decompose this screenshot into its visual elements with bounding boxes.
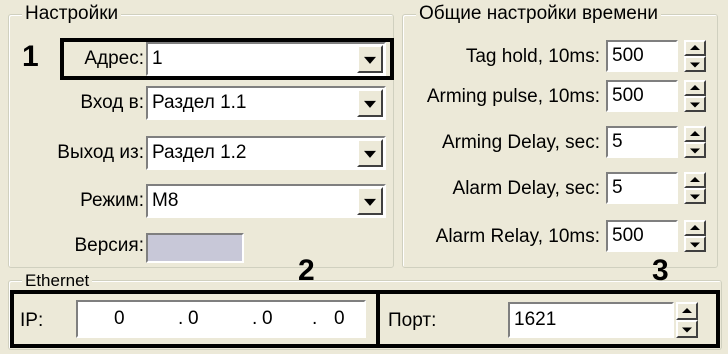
ip-octet-4: 0 — [334, 308, 345, 329]
tag-hold-label: Tag hold, 10ms: — [465, 46, 600, 67]
port-input[interactable]: 1621 — [508, 302, 674, 338]
port-value: 1621 — [514, 309, 557, 330]
input-combo[interactable]: Раздел 1.1 — [146, 86, 386, 120]
spin-down-button[interactable] — [684, 96, 706, 112]
tag-hold-value: 500 — [612, 45, 644, 66]
arrow-up-icon — [690, 131, 700, 136]
address-value: 1 — [152, 48, 163, 69]
arming-pulse-value: 500 — [612, 85, 644, 106]
alarm-relay-label: Alarm Relay, 10ms: — [435, 226, 600, 247]
arrow-down-icon — [690, 194, 700, 200]
arming-delay-input[interactable]: 5 — [606, 126, 678, 158]
ip-octet-2: 0 — [188, 308, 199, 329]
arrow-up-icon — [690, 225, 700, 230]
port-spinner[interactable] — [676, 302, 698, 338]
version-field — [146, 233, 244, 263]
arrow-up-icon — [690, 177, 700, 182]
arrow-down-icon — [690, 242, 700, 248]
chevron-down-icon — [364, 56, 376, 64]
ip-dot-1: . — [178, 308, 184, 329]
arrow-down-icon — [682, 327, 692, 333]
spin-up-button[interactable] — [684, 220, 706, 236]
mode-value: M8 — [152, 190, 179, 211]
alarm-relay-input[interactable]: 500 — [606, 220, 678, 252]
ip-octet-3: 0 — [262, 308, 273, 329]
address-combo[interactable]: 1 — [146, 42, 386, 76]
time-settings-title: Общие настройки времени — [416, 4, 661, 24]
ethernet-title: Ethernet — [22, 272, 93, 289]
version-label: Версия: — [74, 235, 145, 256]
alarm-delay-spinner[interactable] — [684, 172, 706, 204]
tag-hold-spinner[interactable] — [684, 40, 706, 72]
port-label: Порт: — [388, 310, 437, 331]
mode-combo[interactable]: M8 — [146, 184, 386, 218]
arrow-down-icon — [690, 62, 700, 68]
spin-down-button[interactable] — [684, 142, 706, 158]
spin-up-button[interactable] — [684, 40, 706, 56]
arming-pulse-spinner[interactable] — [684, 80, 706, 112]
spin-up-button[interactable] — [684, 126, 706, 142]
output-combo[interactable]: Раздел 1.2 — [146, 136, 386, 170]
ip-dot-2: . — [252, 308, 258, 329]
spin-down-button[interactable] — [684, 236, 706, 252]
output-label: Выход из: — [57, 142, 144, 163]
output-value: Раздел 1.2 — [152, 142, 247, 163]
ip-dot-3: . — [312, 308, 318, 329]
ip-label: IP: — [20, 310, 44, 331]
chevron-down-icon — [364, 198, 376, 206]
arming-delay-spinner[interactable] — [684, 126, 706, 158]
arrow-up-icon — [690, 85, 700, 90]
spin-up-button[interactable] — [684, 80, 706, 96]
spin-down-button[interactable] — [684, 188, 706, 204]
tag-hold-input[interactable]: 500 — [606, 40, 678, 72]
alarm-delay-value: 5 — [612, 177, 623, 198]
address-dropdown-button[interactable] — [357, 45, 383, 73]
mode-dropdown-button[interactable] — [357, 187, 383, 215]
arming-pulse-label: Arming pulse, 10ms: — [426, 86, 600, 107]
settings-title: Настройки — [22, 4, 122, 24]
arrow-up-icon — [682, 308, 692, 313]
ip-input[interactable]: 0 . 0 . 0 . 0 — [76, 300, 366, 338]
spin-down-button[interactable] — [684, 56, 706, 72]
alarm-relay-spinner[interactable] — [684, 220, 706, 252]
annotation-2: 2 — [298, 254, 315, 287]
spin-up-button[interactable] — [676, 302, 698, 320]
input-label: Вход в: — [80, 92, 144, 113]
alarm-relay-value: 500 — [612, 225, 644, 246]
address-label: Адрес: — [84, 48, 144, 69]
arrow-down-icon — [690, 102, 700, 108]
alarm-delay-input[interactable]: 5 — [606, 172, 678, 204]
output-dropdown-button[interactable] — [357, 139, 383, 167]
arming-pulse-input[interactable]: 500 — [606, 80, 678, 112]
arming-delay-label: Arming Delay, sec: — [441, 132, 600, 153]
alarm-delay-label: Alarm Delay, sec: — [452, 178, 600, 199]
mode-label: Режим: — [80, 190, 144, 211]
annotation-1: 1 — [22, 40, 39, 73]
annotation-3: 3 — [652, 254, 669, 287]
input-dropdown-button[interactable] — [357, 89, 383, 117]
arrow-down-icon — [690, 148, 700, 154]
chevron-down-icon — [364, 150, 376, 158]
arming-delay-value: 5 — [612, 131, 623, 152]
chevron-down-icon — [364, 100, 376, 108]
spin-down-button[interactable] — [676, 320, 698, 338]
spin-up-button[interactable] — [684, 172, 706, 188]
input-value: Раздел 1.1 — [152, 92, 247, 113]
ip-octet-1: 0 — [114, 308, 125, 329]
arrow-up-icon — [690, 45, 700, 50]
